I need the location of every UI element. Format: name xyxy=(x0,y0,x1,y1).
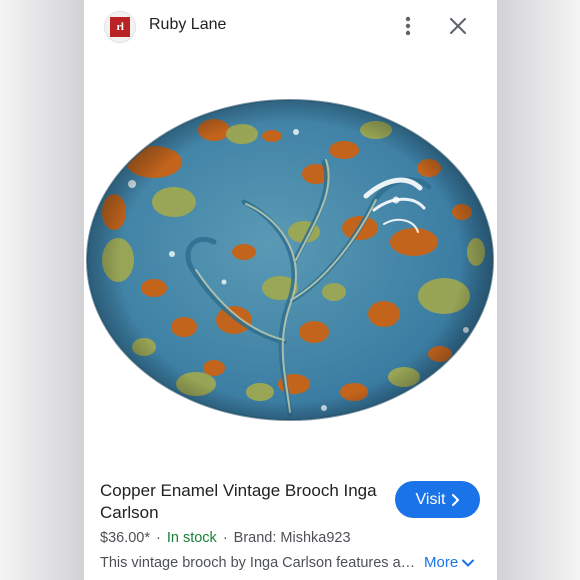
site-logo: rl xyxy=(104,11,136,43)
separator-dot: · xyxy=(222,530,228,546)
chevron-right-icon xyxy=(452,493,460,506)
more-options-button[interactable] xyxy=(396,12,420,40)
product-image[interactable] xyxy=(84,92,497,432)
card-header: rl Ruby Lane xyxy=(84,0,497,54)
product-title[interactable]: Copper Enamel Vintage Brooch Inga Carlso… xyxy=(100,480,380,524)
visit-button[interactable]: Visit xyxy=(395,481,480,518)
ruby-lane-logo-icon: rl xyxy=(110,17,130,37)
right-background xyxy=(497,0,580,580)
price: $36.00* xyxy=(100,530,150,546)
brand: Brand: Mishka923 xyxy=(233,530,351,546)
product-meta: $36.00* · In stock · Brand: Mishka923 xyxy=(100,530,351,546)
more-vert-icon xyxy=(405,16,411,36)
more-button[interactable]: More xyxy=(424,554,475,571)
chevron-down-icon xyxy=(462,559,475,566)
close-icon xyxy=(450,18,466,34)
close-button[interactable] xyxy=(445,13,471,39)
stock-status: In stock xyxy=(166,530,217,546)
result-card: rl Ruby Lane Copper Enamel Vintage Brooc… xyxy=(84,0,497,580)
visit-label: Visit xyxy=(415,490,446,508)
separator-dot: · xyxy=(156,530,161,546)
product-description: This vintage brooch by Inga Carlson feat… xyxy=(100,555,418,571)
more-label: More xyxy=(424,554,459,571)
left-background xyxy=(0,0,84,580)
site-name[interactable]: Ruby Lane xyxy=(149,16,226,34)
